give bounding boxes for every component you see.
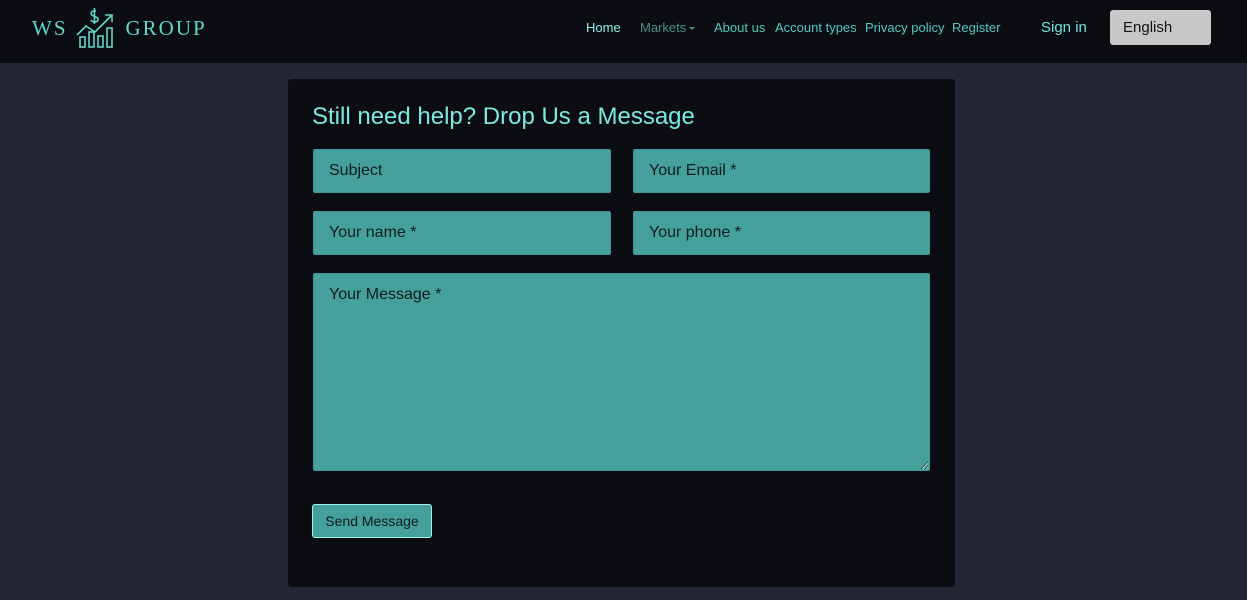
logo-text-right: GROUP (125, 15, 207, 40)
send-message-button[interactable]: Send Message (312, 504, 432, 538)
nav-home[interactable]: Home (586, 20, 621, 35)
subject-input[interactable] (313, 149, 611, 193)
name-input[interactable] (313, 211, 611, 255)
nav-about[interactable]: About us (714, 20, 765, 35)
logo-text-left: WS (32, 15, 68, 40)
nav-register[interactable]: Register (952, 20, 1000, 35)
email-input[interactable] (633, 149, 930, 193)
contact-form-panel: Still need help? Drop Us a Message Send … (288, 79, 955, 587)
message-textarea[interactable] (313, 273, 930, 471)
nav-markets-dropdown[interactable]: Markets (640, 20, 696, 35)
logo[interactable]: WS GROUP (32, 6, 207, 50)
caret-down-icon (689, 27, 696, 30)
nav-privacy-policy[interactable]: Privacy policy (865, 20, 944, 35)
phone-input[interactable] (633, 211, 930, 255)
nav-account-types[interactable]: Account types (775, 20, 857, 35)
nav-markets-label: Markets (640, 20, 687, 35)
form-title: Still need help? Drop Us a Message (312, 103, 695, 130)
language-select[interactable]: English (1110, 10, 1211, 45)
top-navbar: WS GROUP Home Markets About us Account t… (0, 0, 1247, 63)
chart-dollar-icon (75, 8, 113, 48)
sign-in-link[interactable]: Sign in (1041, 19, 1087, 36)
